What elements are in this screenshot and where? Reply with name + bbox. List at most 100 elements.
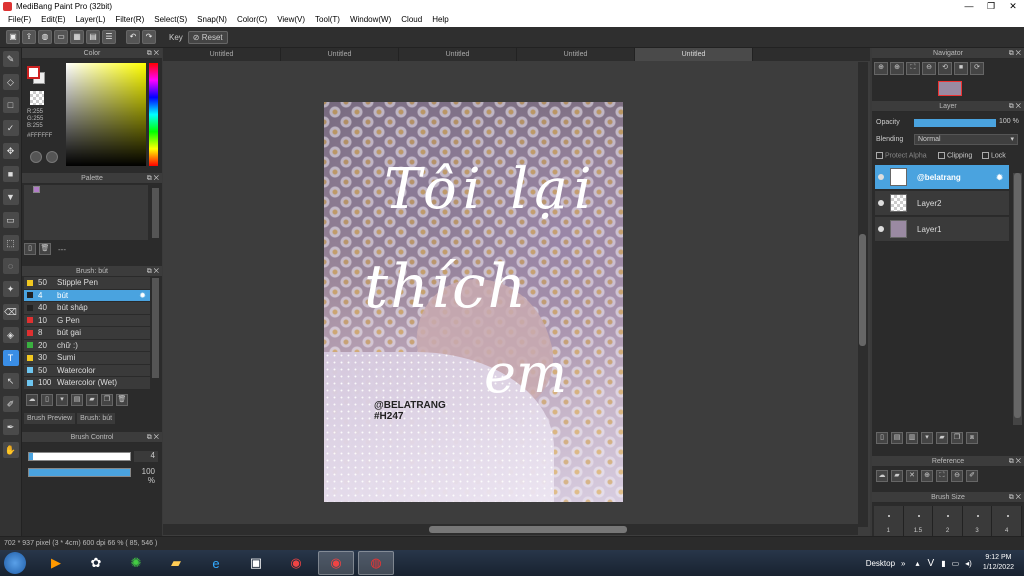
hue-slider[interactable] [149, 63, 158, 166]
duplicate-layer-icon[interactable]: ❐ [951, 432, 963, 444]
layer-scrollbar[interactable] [1013, 173, 1022, 425]
delete-palette-icon[interactable]: 🗑 [39, 243, 51, 255]
chrome-icon[interactable]: ◉ [278, 551, 314, 575]
panel-close-icon[interactable]: ⧉ ✕ [147, 432, 159, 443]
brush-scrollbar[interactable] [152, 278, 159, 378]
chevron-icon[interactable]: » [901, 559, 905, 568]
rect-select-icon[interactable]: ⬚ [2, 235, 19, 251]
desktop-label[interactable]: Desktop [866, 559, 895, 568]
tab-brush[interactable]: Brush: bút [77, 413, 116, 424]
signal-icon[interactable]: ▮ [941, 559, 945, 568]
chrome-icon[interactable]: ◉ [318, 551, 354, 575]
horizontal-scroll-thumb[interactable] [429, 526, 627, 533]
brush-item[interactable]: 50 Stipple Pen [24, 277, 150, 290]
canvas-horizontal-scrollbar[interactable] [163, 524, 858, 535]
redo-icon[interactable]: ↷ [142, 30, 156, 44]
system-clock[interactable]: 9:12 PM 1/12/2022 [983, 553, 1014, 573]
visibility-eye-icon[interactable] [878, 226, 884, 232]
panel-close-icon[interactable]: ⧉ ✕ [1009, 101, 1021, 112]
app-icon[interactable]: ✿ [78, 551, 114, 575]
menu-edit[interactable]: Edit(E) [36, 13, 70, 27]
eraser-tool-icon[interactable]: ◇ [2, 74, 19, 90]
new-brush-icon[interactable]: ▯ [41, 394, 53, 406]
volume-icon[interactable]: ◂) [965, 559, 972, 568]
new-layer-icon[interactable]: ▯ [876, 432, 888, 444]
menu-file[interactable]: File(F) [3, 13, 36, 27]
select-pen-icon[interactable]: ✓ [2, 120, 19, 136]
cloud-upload-icon[interactable]: ⇪ [22, 30, 36, 44]
stop-icon[interactable]: ■ [954, 62, 968, 75]
merge-layer-icon[interactable]: ⧈ [966, 432, 978, 444]
menu-help[interactable]: Help [427, 13, 453, 27]
palette-scrollbar[interactable] [152, 188, 159, 238]
new-8bit-layer-icon[interactable]: ▥ [906, 432, 918, 444]
brush-size-preset[interactable]: 2 [933, 506, 963, 536]
zoom-in-alt-icon[interactable]: ⊕ [890, 62, 904, 75]
layout-icon[interactable]: ▣ [6, 30, 20, 44]
minimize-button[interactable]: — [958, 0, 980, 13]
maximize-button[interactable]: ❐ [980, 0, 1002, 13]
tab-brush-preview[interactable]: Brush Preview [24, 413, 76, 424]
menu-tool[interactable]: Tool(T) [310, 13, 345, 27]
brush-item[interactable]: 100 Watercolor (Wet) [24, 377, 150, 390]
menu-filter[interactable]: Filter(R) [110, 13, 149, 27]
layer-folder-icon[interactable]: ▰ [936, 432, 948, 444]
select-eraser-icon[interactable]: ⌫ [2, 304, 19, 320]
reference-cloud-icon[interactable]: ☁ [876, 470, 888, 482]
media-player-icon[interactable]: ▶ [38, 551, 74, 575]
panel-close-icon[interactable]: ⧉ ✕ [1009, 492, 1021, 503]
layer-opacity-slider[interactable] [914, 119, 996, 127]
clipping-checkbox[interactable]: Clipping [938, 152, 972, 159]
transparent-color-swatch[interactable] [30, 91, 44, 105]
brush-item[interactable]: 30 Sumi [24, 352, 150, 365]
new-halftone-layer-icon[interactable]: ▤ [891, 432, 903, 444]
undo-icon[interactable]: ↶ [126, 30, 140, 44]
brush-size-preset[interactable]: 4 [992, 506, 1022, 536]
vertical-scroll-thumb[interactable] [859, 234, 866, 346]
reference-zoom-in-icon[interactable]: ⊕ [921, 470, 933, 482]
layer-row-layer2[interactable]: Layer2 [875, 191, 1009, 216]
medibang-taskbar-icon[interactable]: ◍ [358, 551, 394, 575]
palette-swatch[interactable] [33, 186, 40, 193]
reference-open-icon[interactable]: ▰ [891, 470, 903, 482]
brush-item[interactable]: 50 Watercolor [24, 364, 150, 377]
fit-icon[interactable]: ⛶ [906, 62, 920, 75]
reference-dropper-icon[interactable]: ✐ [966, 470, 978, 482]
magic-wand-icon[interactable]: ✦ [2, 281, 19, 297]
brush-item[interactable]: 8 bút gai [24, 327, 150, 340]
layer-row-layer1[interactable]: Layer1 [875, 217, 1009, 242]
menu-color[interactable]: Color(C) [232, 13, 272, 27]
shape-tool-icon[interactable]: ■ [2, 166, 19, 182]
gradient-tool-icon[interactable]: ▭ [2, 212, 19, 228]
panel-close-icon[interactable]: ⧉ ✕ [147, 48, 159, 59]
brush-cloud-icon[interactable]: ☁ [26, 394, 38, 406]
reference-zoom-out-icon[interactable]: ⊖ [951, 470, 963, 482]
foreground-color-swatch[interactable] [27, 66, 40, 79]
bucket-tool-icon[interactable]: ▼ [2, 189, 19, 205]
hand-tool-icon[interactable]: ✋ [2, 442, 19, 458]
rotate-right-icon[interactable]: ⟳ [970, 62, 984, 75]
brush-size-preset[interactable]: 1 [874, 506, 904, 536]
brush-file-icon[interactable]: ▤ [71, 394, 83, 406]
brush-size-value[interactable]: 4 [134, 451, 158, 462]
menu-snap[interactable]: Snap(N) [192, 13, 232, 27]
brush-folder-icon[interactable]: ▰ [86, 394, 98, 406]
layer-scroll-thumb[interactable] [1014, 173, 1021, 418]
panel-close-icon[interactable]: ⧉ ✕ [1009, 48, 1021, 59]
document-tab[interactable]: Untitled [281, 48, 399, 61]
message-icon[interactable]: ▭ [54, 30, 68, 44]
add-brush-icon[interactable]: ▾ [56, 394, 68, 406]
color-history-icon[interactable] [46, 151, 58, 163]
zoom-out-icon[interactable]: ⊖ [922, 62, 936, 75]
layer-row-belatrang[interactable]: @belatrang ✹ [875, 165, 1009, 190]
canvas-artwork[interactable]: Tôi lại thích em @BELATRANG #H247 [324, 102, 623, 502]
document-tab-active[interactable]: Untitled [635, 48, 753, 61]
menu-window[interactable]: Window(W) [345, 13, 396, 27]
visibility-eye-icon[interactable] [878, 200, 884, 206]
panel-close-icon[interactable]: ⧉ ✕ [147, 266, 159, 277]
canvas-vertical-scrollbar[interactable] [858, 62, 868, 527]
lasso-icon[interactable]: ◌ [2, 258, 19, 274]
reset-button[interactable]: ⊘ Reset [187, 30, 228, 44]
rotate-left-icon[interactable]: ⟲ [938, 62, 952, 75]
gear-icon[interactable]: ✹ [139, 291, 146, 300]
